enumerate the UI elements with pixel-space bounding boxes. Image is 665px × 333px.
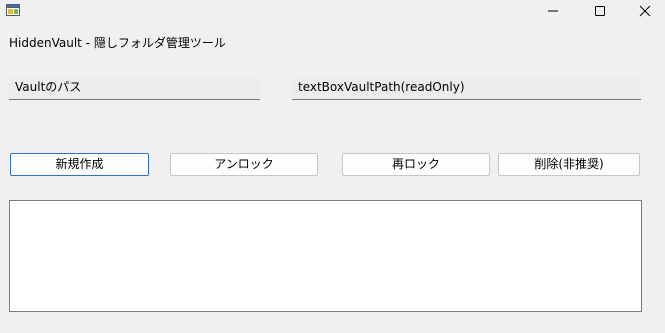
vault-path-textbox[interactable]: textBoxVaultPath(readOnly) (292, 78, 641, 100)
maximize-icon (595, 6, 605, 16)
vault-path-label: Vaultのパス (9, 78, 260, 100)
close-icon (639, 5, 651, 17)
maximize-button[interactable] (577, 0, 623, 22)
new-vault-button[interactable]: 新規作成 (10, 153, 149, 176)
minimize-icon (548, 10, 558, 12)
vault-list-box[interactable] (9, 200, 642, 312)
delete-button[interactable]: 削除(非推奨) (498, 153, 640, 176)
title-bar[interactable] (0, 0, 665, 22)
relock-button[interactable]: 再ロック (342, 153, 490, 176)
app-window: HiddenVault - 隠しフォルダ管理ツール Vaultのパス textB… (0, 0, 665, 333)
unlock-button[interactable]: アンロック (170, 153, 318, 176)
close-button[interactable] (622, 0, 665, 22)
minimize-button[interactable] (530, 0, 576, 22)
form-title-label: HiddenVault - 隠しフォルダ管理ツール (9, 36, 226, 50)
app-icon[interactable] (6, 4, 20, 16)
